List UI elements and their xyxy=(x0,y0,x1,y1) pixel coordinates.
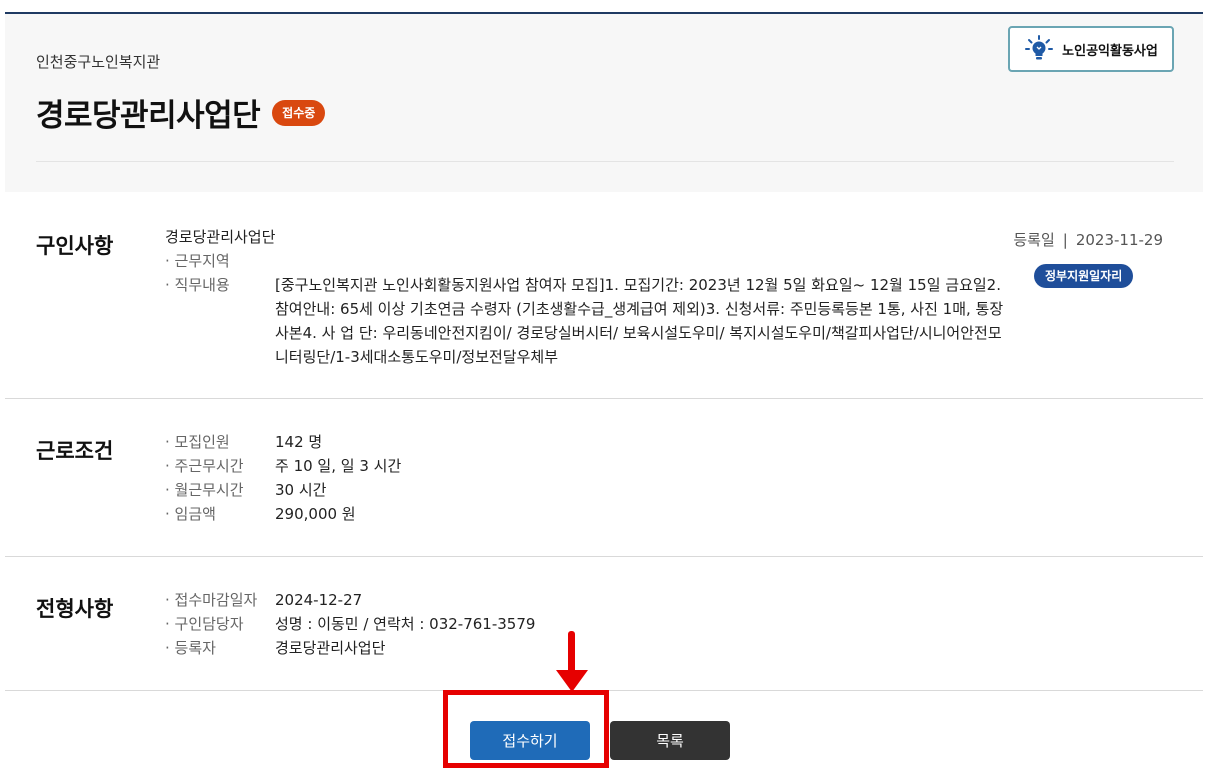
selection-label: · 구인담당자 xyxy=(165,615,244,633)
selection-row: · 등록자 경로당관리사업단 xyxy=(165,636,535,660)
condition-value: 290,000 원 xyxy=(275,505,356,523)
selection-value: 성명 : 이동민 / 연락처 : 032-761-3579 xyxy=(275,615,536,633)
condition-label: · 월근무시간 xyxy=(165,481,244,499)
condition-value: 30 시간 xyxy=(275,481,327,499)
registration-date-label: 등록일 xyxy=(1013,231,1055,249)
gov-support-badge: 정부지원일자리 xyxy=(1034,264,1134,288)
selection-value: 경로당관리사업단 xyxy=(275,639,386,657)
registration-date: 등록일 | 2023-11-29 xyxy=(1013,229,1163,250)
job-info-rows: 경로당관리사업단 · 근무지역 · 직무내용 [중구노인복지관 노인사회활동지원… xyxy=(165,225,1010,369)
duty-description: [중구노인복지관 노인사회활동지원사업 참여자 모집]1. 모집기간: 2023… xyxy=(275,276,1004,366)
lightbulb-icon xyxy=(1024,34,1054,64)
conditions-section: 근로조건 · 모집인원 142 명 · 주근무시간 주 10 일, 일 3 시간… xyxy=(5,399,1203,557)
work-area-row: · 근무지역 xyxy=(165,249,1010,273)
program-type-label: 노인공익활동사업 xyxy=(1062,43,1158,59)
header-divider xyxy=(36,161,1174,162)
condition-row: · 주근무시간 주 10 일, 일 3 시간 xyxy=(165,454,401,478)
condition-row: · 모집인원 142 명 xyxy=(165,430,401,454)
condition-row: · 임금액 290,000 원 xyxy=(165,502,401,526)
selection-value: 2024-12-27 xyxy=(275,591,363,609)
registration-date-separator: | xyxy=(1062,231,1068,249)
condition-label: · 모집인원 xyxy=(165,433,230,451)
annotation-arrow-icon xyxy=(556,670,588,692)
job-header: 인천중구노인복지관 경로당관리사업단 접수중 노인공익활동사업 xyxy=(5,12,1203,192)
condition-value: 주 10 일, 일 3 시간 xyxy=(275,457,402,475)
duty-label: · 직무내용 xyxy=(165,276,230,294)
conditions-title: 근로조건 xyxy=(36,439,114,463)
condition-row: · 월근무시간 30 시간 xyxy=(165,478,401,502)
job-info-section: 구인사항 경로당관리사업단 · 근무지역 · 직무내용 [중구노인복지관 노인사… xyxy=(5,192,1203,399)
registration-date-value: 2023-11-29 xyxy=(1075,231,1163,249)
condition-label: · 임금액 xyxy=(165,505,216,523)
annotation-arrow-shaft xyxy=(568,631,575,675)
job-info-title: 구인사항 xyxy=(36,234,114,258)
selection-label: · 등록자 xyxy=(165,639,216,657)
page-title: 경로당관리사업단 xyxy=(36,98,261,134)
conditions-rows: · 모집인원 142 명 · 주근무시간 주 10 일, 일 3 시간 · 월근… xyxy=(165,430,401,526)
selection-rows: · 접수마감일자 2024-12-27 · 구인담당자 성명 : 이동민 / 연… xyxy=(165,588,535,660)
title-row: 경로당관리사업단 접수중 xyxy=(36,90,326,135)
duty-row: · 직무내용 [중구노인복지관 노인사회활동지원사업 참여자 모집]1. 모집기… xyxy=(165,273,1010,369)
annotation-highlight-box xyxy=(443,690,609,768)
selection-row: · 구인담당자 성명 : 이동민 / 연락처 : 032-761-3579 xyxy=(165,612,535,636)
condition-value: 142 명 xyxy=(275,433,323,451)
selection-title: 전형사항 xyxy=(36,597,114,621)
organization-name: 인천중구노인복지관 xyxy=(36,53,161,71)
work-area-label: · 근무지역 xyxy=(165,252,230,270)
list-button[interactable]: 목록 xyxy=(610,721,730,760)
company-name: 경로당관리사업단 xyxy=(165,228,276,246)
selection-section: 전형사항 · 접수마감일자 2024-12-27 · 구인담당자 성명 : 이동… xyxy=(5,557,1203,691)
condition-label: · 주근무시간 xyxy=(165,457,244,475)
selection-label: · 접수마감일자 xyxy=(165,591,258,609)
job-detail-page: 인천중구노인복지관 경로당관리사업단 접수중 노인공익활동사업 구인사항 경로당… xyxy=(0,0,1210,773)
status-badge: 접수중 xyxy=(272,99,326,126)
program-type-box: 노인공익활동사업 xyxy=(1008,26,1174,72)
selection-row: · 접수마감일자 2024-12-27 xyxy=(165,588,535,612)
